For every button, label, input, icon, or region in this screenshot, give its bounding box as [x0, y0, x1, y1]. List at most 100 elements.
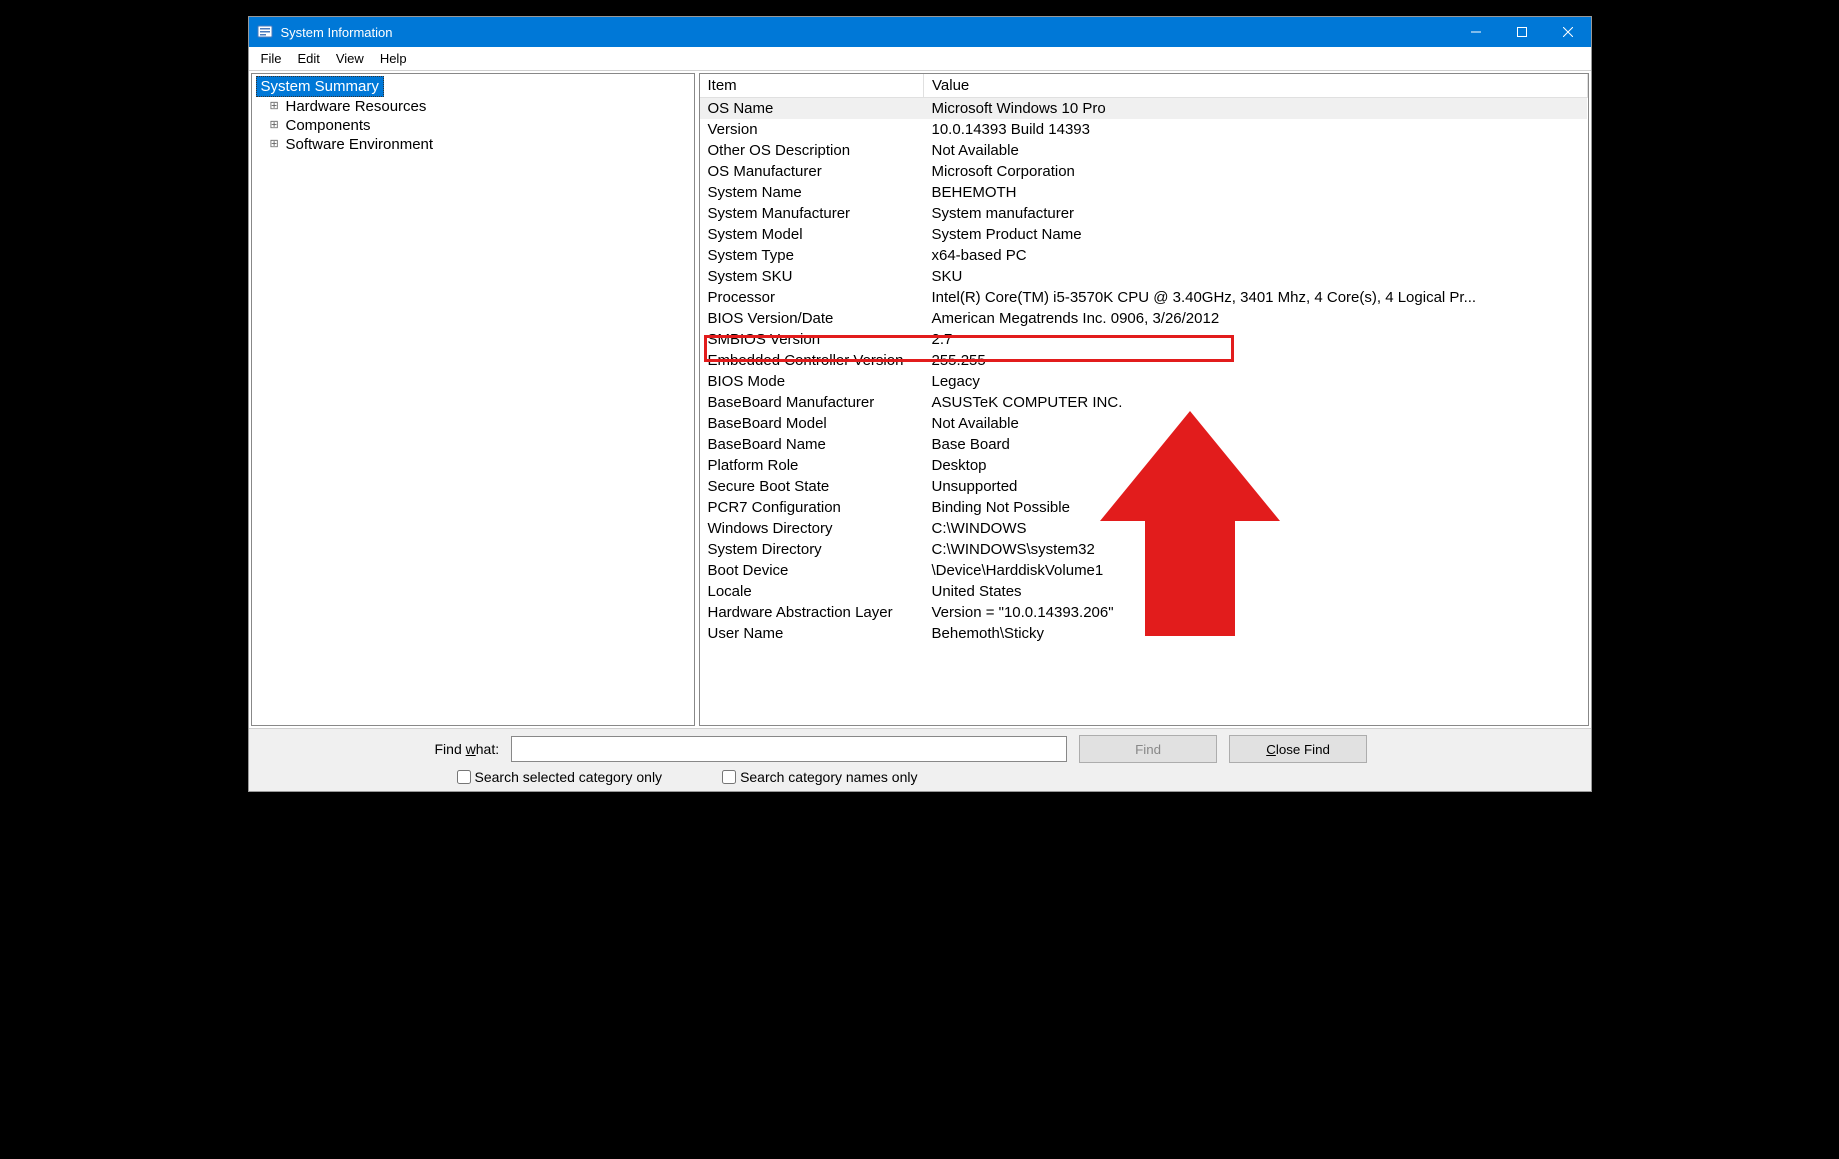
search-category-names-input[interactable]: [722, 770, 736, 784]
table-row[interactable]: BaseBoard ModelNot Available: [700, 413, 1588, 434]
table-row[interactable]: System Typex64-based PC: [700, 245, 1588, 266]
cell-value: x64-based PC: [924, 245, 1588, 266]
column-header-item[interactable]: Item: [700, 74, 924, 98]
app-icon: [257, 24, 273, 40]
table-row[interactable]: BIOS Version/DateAmerican Megatrends Inc…: [700, 308, 1588, 329]
menubar: File Edit View Help: [249, 47, 1591, 71]
column-header-value[interactable]: Value: [924, 74, 1588, 98]
table-row[interactable]: LocaleUnited States: [700, 581, 1588, 602]
tree-item-hardware-resources[interactable]: Hardware Resources: [256, 97, 690, 116]
details-pane: Item Value OS NameMicrosoft Windows 10 P…: [699, 73, 1589, 726]
close-find-button[interactable]: Close Find: [1229, 735, 1367, 763]
titlebar[interactable]: System Information: [249, 17, 1591, 47]
table-row[interactable]: System ManufacturerSystem manufacturer: [700, 203, 1588, 224]
cell-value: BEHEMOTH: [924, 182, 1588, 203]
table-row[interactable]: PCR7 ConfigurationBinding Not Possible: [700, 497, 1588, 518]
table-row[interactable]: Embedded Controller Version255.255: [700, 350, 1588, 371]
cell-value: SKU: [924, 266, 1588, 287]
cell-item: Processor: [700, 287, 924, 308]
cell-item: Boot Device: [700, 560, 924, 581]
table-row[interactable]: Version10.0.14393 Build 14393: [700, 119, 1588, 140]
cell-item: System Manufacturer: [700, 203, 924, 224]
cell-value: System manufacturer: [924, 203, 1588, 224]
cell-item: Locale: [700, 581, 924, 602]
cell-item: User Name: [700, 623, 924, 644]
cell-item: Secure Boot State: [700, 476, 924, 497]
find-input[interactable]: [511, 736, 1067, 762]
cell-value: 10.0.14393 Build 14393: [924, 119, 1588, 140]
cell-item: BaseBoard Manufacturer: [700, 392, 924, 413]
table-row[interactable]: ProcessorIntel(R) Core(TM) i5-3570K CPU …: [700, 287, 1588, 308]
cell-value: Not Available: [924, 413, 1588, 434]
cell-value: 255.255: [924, 350, 1588, 371]
menu-view[interactable]: View: [328, 49, 372, 68]
cell-value: Base Board: [924, 434, 1588, 455]
cell-value: 2.7: [924, 329, 1588, 350]
details-scroll[interactable]: Item Value OS NameMicrosoft Windows 10 P…: [700, 74, 1588, 725]
close-button[interactable]: [1545, 17, 1591, 47]
search-selected-category-label: Search selected category only: [475, 769, 663, 785]
menu-file[interactable]: File: [253, 49, 290, 68]
cell-item: BIOS Mode: [700, 371, 924, 392]
cell-value: Unsupported: [924, 476, 1588, 497]
table-row[interactable]: System NameBEHEMOTH: [700, 182, 1588, 203]
window-controls: [1453, 17, 1591, 47]
search-selected-category-checkbox[interactable]: Search selected category only: [457, 769, 663, 785]
cell-value: C:\WINDOWS\system32: [924, 539, 1588, 560]
cell-item: BIOS Version/Date: [700, 308, 924, 329]
table-row[interactable]: System SKUSKU: [700, 266, 1588, 287]
search-category-names-checkbox[interactable]: Search category names only: [722, 769, 917, 785]
table-row[interactable]: Secure Boot StateUnsupported: [700, 476, 1588, 497]
cell-item: BaseBoard Model: [700, 413, 924, 434]
cell-item: System Directory: [700, 539, 924, 560]
table-row[interactable]: OS NameMicrosoft Windows 10 Pro: [700, 98, 1588, 120]
table-row[interactable]: BaseBoard NameBase Board: [700, 434, 1588, 455]
content-area: System Summary Hardware Resources Compon…: [249, 71, 1591, 729]
table-row[interactable]: System DirectoryC:\WINDOWS\system32: [700, 539, 1588, 560]
cell-item: OS Manufacturer: [700, 161, 924, 182]
cell-value: Binding Not Possible: [924, 497, 1588, 518]
search-selected-category-input[interactable]: [457, 770, 471, 784]
cell-item: OS Name: [700, 98, 924, 120]
navigation-tree[interactable]: System Summary Hardware Resources Compon…: [251, 73, 695, 726]
table-row[interactable]: Hardware Abstraction LayerVersion = "10.…: [700, 602, 1588, 623]
cell-item: System Name: [700, 182, 924, 203]
tree-item-components[interactable]: Components: [256, 116, 690, 135]
system-information-window: System Information File Edit View Help S…: [248, 16, 1592, 792]
tree-item-software-environment[interactable]: Software Environment: [256, 135, 690, 154]
table-row[interactable]: BaseBoard ManufacturerASUSTeK COMPUTER I…: [700, 392, 1588, 413]
cell-value: System Product Name: [924, 224, 1588, 245]
table-row[interactable]: Other OS DescriptionNot Available: [700, 140, 1588, 161]
find-button[interactable]: Find: [1079, 735, 1217, 763]
cell-value: ASUSTeK COMPUTER INC.: [924, 392, 1588, 413]
table-row[interactable]: Platform RoleDesktop: [700, 455, 1588, 476]
cell-value: United States: [924, 581, 1588, 602]
cell-item: Platform Role: [700, 455, 924, 476]
cell-item: System Type: [700, 245, 924, 266]
cell-item: Embedded Controller Version: [700, 350, 924, 371]
cell-value: Microsoft Corporation: [924, 161, 1588, 182]
minimize-button[interactable]: [1453, 17, 1499, 47]
cell-item: System SKU: [700, 266, 924, 287]
table-row[interactable]: System ModelSystem Product Name: [700, 224, 1588, 245]
search-category-names-label: Search category names only: [740, 769, 917, 785]
cell-item: BaseBoard Name: [700, 434, 924, 455]
table-row[interactable]: User NameBehemoth\Sticky: [700, 623, 1588, 644]
cell-value: Legacy: [924, 371, 1588, 392]
cell-value: Not Available: [924, 140, 1588, 161]
maximize-button[interactable]: [1499, 17, 1545, 47]
menu-edit[interactable]: Edit: [289, 49, 327, 68]
cell-value: Intel(R) Core(TM) i5-3570K CPU @ 3.40GHz…: [924, 287, 1588, 308]
cell-item: Version: [700, 119, 924, 140]
tree-root-system-summary[interactable]: System Summary: [256, 76, 384, 97]
cell-item: System Model: [700, 224, 924, 245]
table-row[interactable]: Boot Device\Device\HarddiskVolume1: [700, 560, 1588, 581]
cell-value: Desktop: [924, 455, 1588, 476]
cell-item: Hardware Abstraction Layer: [700, 602, 924, 623]
table-row[interactable]: Windows DirectoryC:\WINDOWS: [700, 518, 1588, 539]
table-row[interactable]: BIOS ModeLegacy: [700, 371, 1588, 392]
cell-value: Version = "10.0.14393.206": [924, 602, 1588, 623]
table-row[interactable]: OS ManufacturerMicrosoft Corporation: [700, 161, 1588, 182]
menu-help[interactable]: Help: [372, 49, 415, 68]
table-row[interactable]: SMBIOS Version2.7: [700, 329, 1588, 350]
